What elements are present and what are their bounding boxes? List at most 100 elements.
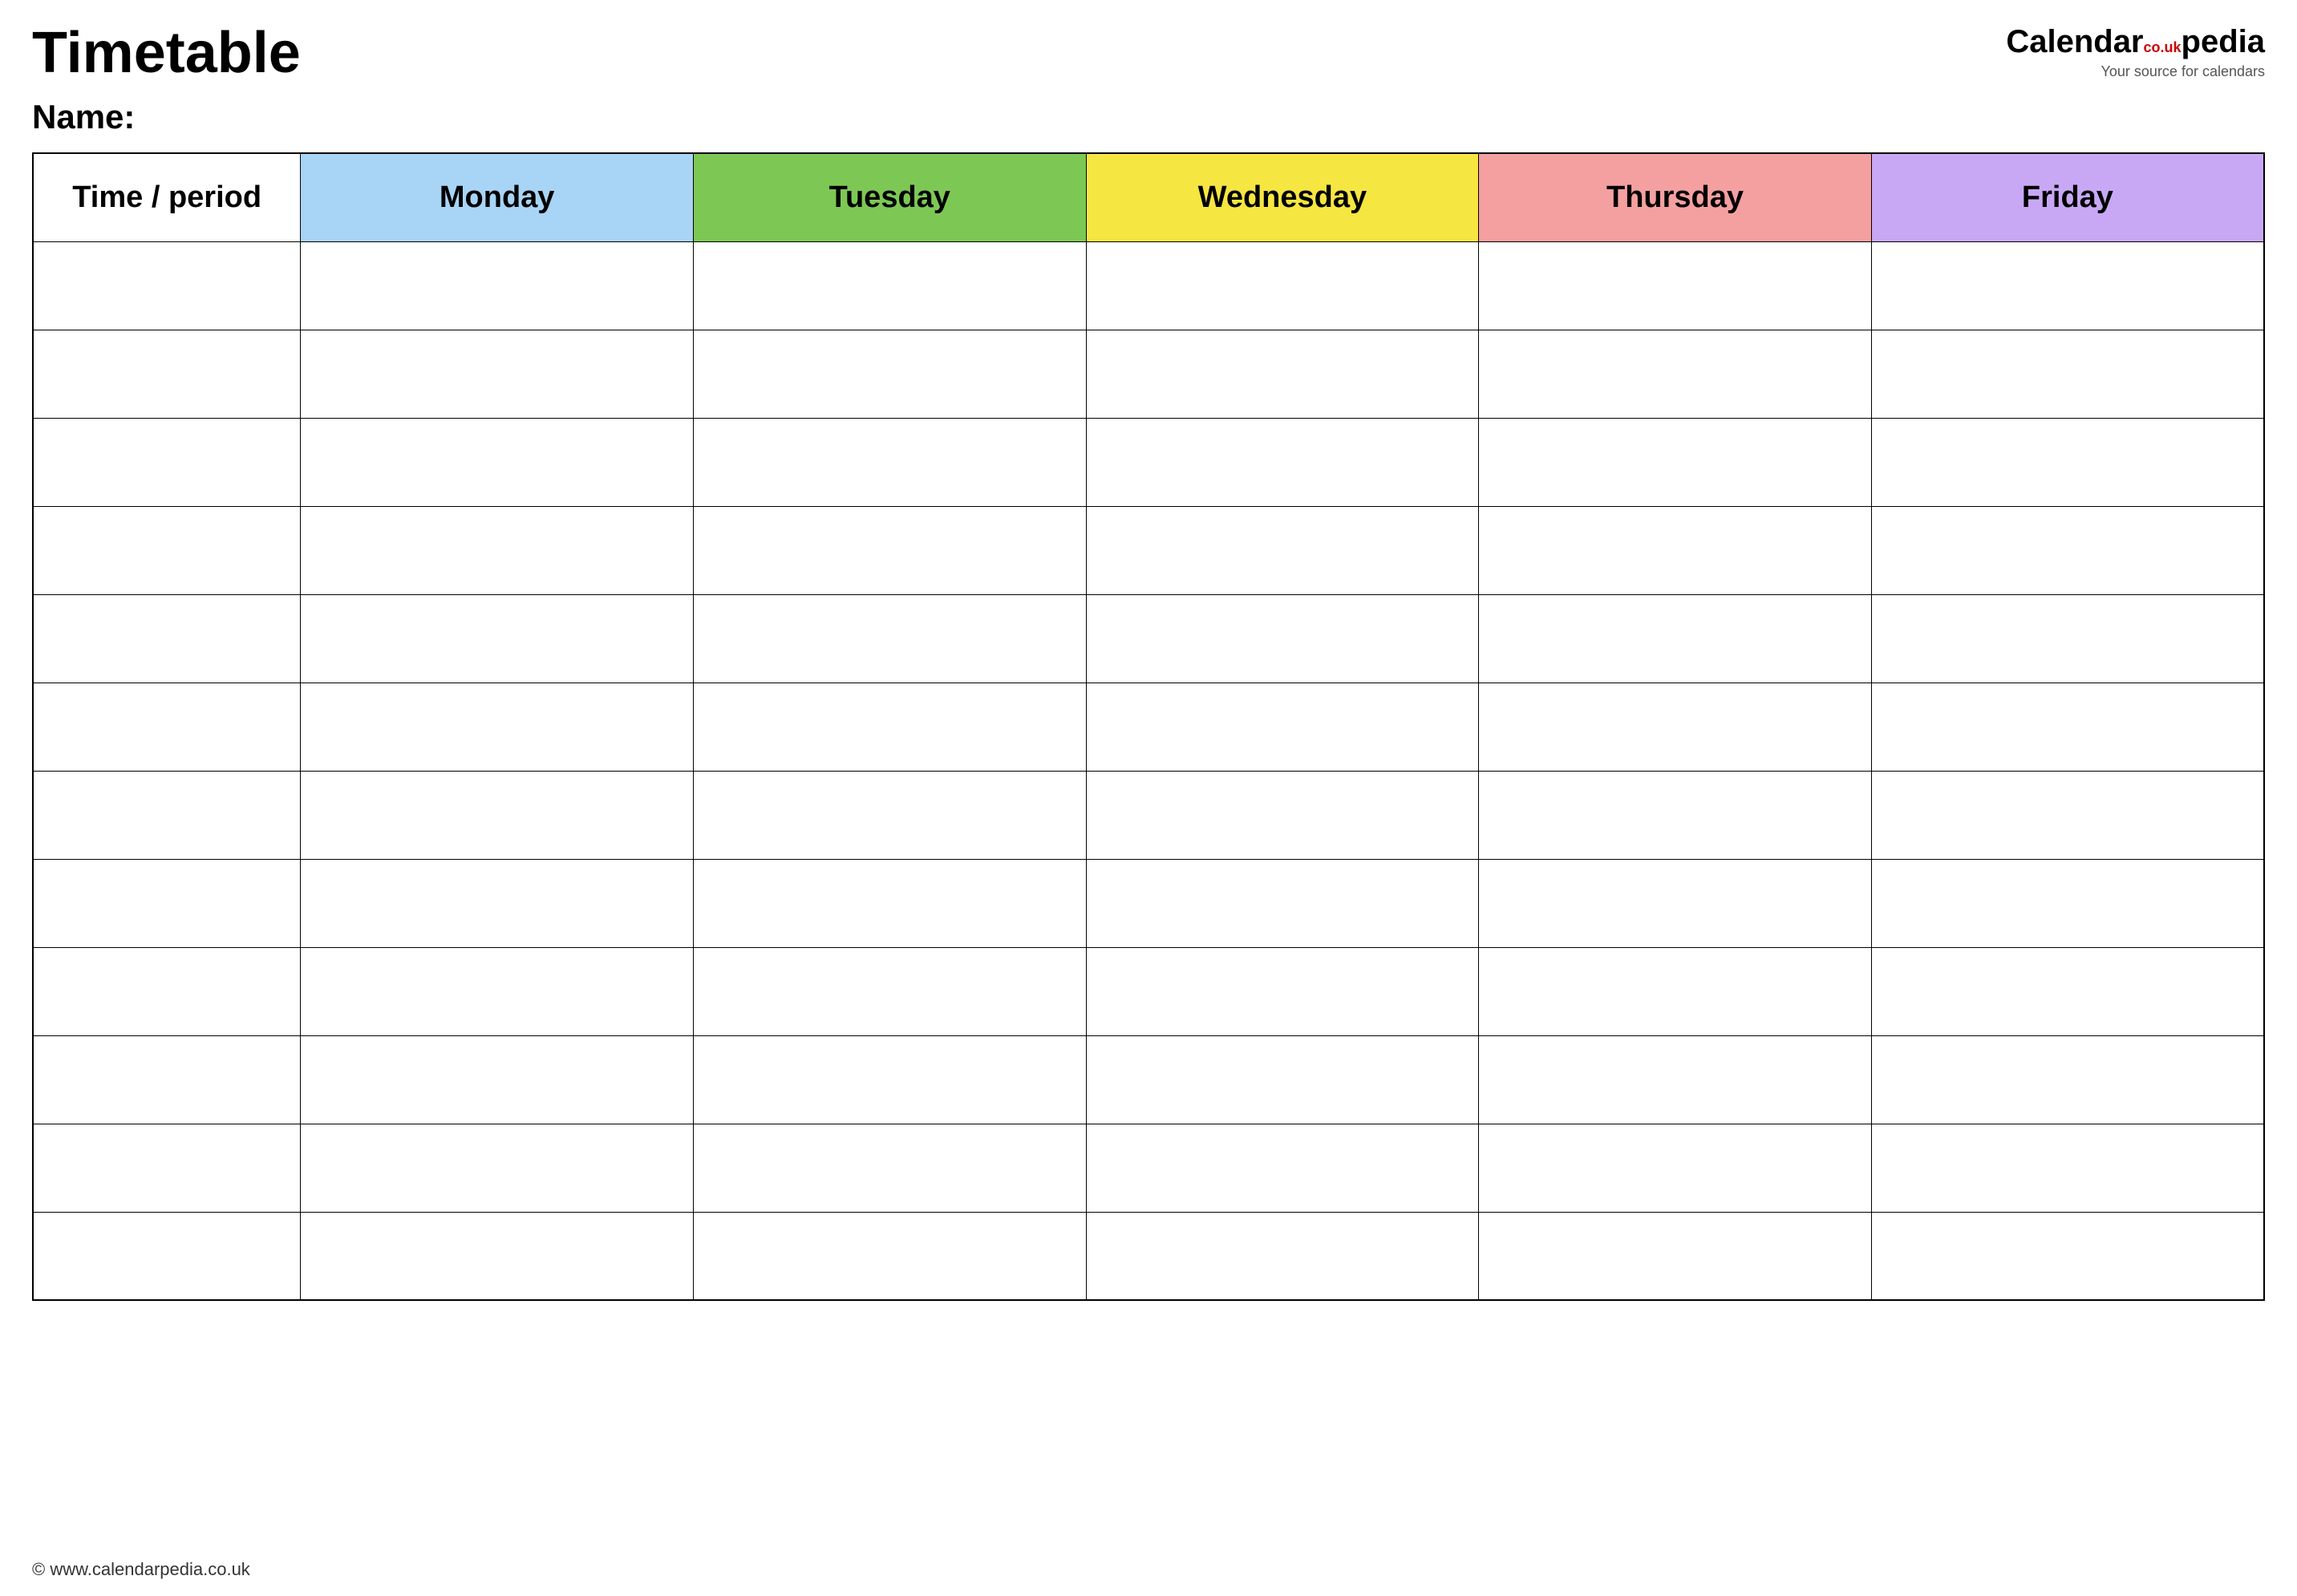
- cell-row0-col3[interactable]: [1086, 241, 1479, 330]
- cell-row6-col2[interactable]: [693, 771, 1086, 859]
- cell-row11-col4[interactable]: [1479, 1212, 1872, 1300]
- logo-calendar-text: Calendar: [2006, 24, 2143, 60]
- cell-row4-col4[interactable]: [1479, 594, 1872, 683]
- cell-row5-col4[interactable]: [1479, 683, 1872, 771]
- cell-row1-col2[interactable]: [693, 330, 1086, 418]
- footer: © www.calendarpedia.co.uk: [32, 1559, 250, 1580]
- table-row: [33, 1212, 2264, 1300]
- cell-row3-col0[interactable]: [33, 506, 301, 594]
- logo-main: Calendarco.ukpedia: [2006, 24, 2265, 60]
- cell-row3-col2[interactable]: [693, 506, 1086, 594]
- col-header-tuesday: Tuesday: [693, 153, 1086, 241]
- cell-row11-col1[interactable]: [301, 1212, 694, 1300]
- col-header-friday: Friday: [1871, 153, 2264, 241]
- cell-row11-col2[interactable]: [693, 1212, 1086, 1300]
- cell-row8-col5[interactable]: [1871, 947, 2264, 1035]
- cell-row2-col3[interactable]: [1086, 418, 1479, 506]
- cell-row6-col5[interactable]: [1871, 771, 2264, 859]
- cell-row6-col3[interactable]: [1086, 771, 1479, 859]
- col-header-wednesday: Wednesday: [1086, 153, 1479, 241]
- table-body: [33, 241, 2264, 1300]
- cell-row3-col1[interactable]: [301, 506, 694, 594]
- cell-row6-col0[interactable]: [33, 771, 301, 859]
- cell-row9-col5[interactable]: [1871, 1035, 2264, 1124]
- timetable: Time / period Monday Tuesday Wednesday T…: [32, 152, 2265, 1301]
- cell-row10-col1[interactable]: [301, 1124, 694, 1212]
- page-title: Timetable: [32, 24, 301, 82]
- cell-row4-col5[interactable]: [1871, 594, 2264, 683]
- cell-row1-col5[interactable]: [1871, 330, 2264, 418]
- cell-row9-col0[interactable]: [33, 1035, 301, 1124]
- cell-row8-col3[interactable]: [1086, 947, 1479, 1035]
- cell-row5-col5[interactable]: [1871, 683, 2264, 771]
- cell-row4-col1[interactable]: [301, 594, 694, 683]
- cell-row1-col0[interactable]: [33, 330, 301, 418]
- table-row: [33, 1124, 2264, 1212]
- table-row: [33, 241, 2264, 330]
- cell-row7-col0[interactable]: [33, 859, 301, 947]
- logo-pedia-text: pedia: [2182, 24, 2265, 60]
- cell-row10-col5[interactable]: [1871, 1124, 2264, 1212]
- table-row: [33, 771, 2264, 859]
- cell-row11-col3[interactable]: [1086, 1212, 1479, 1300]
- logo-tagline: Your source for calendars: [2101, 63, 2265, 80]
- cell-row6-col4[interactable]: [1479, 771, 1872, 859]
- cell-row0-col4[interactable]: [1479, 241, 1872, 330]
- cell-row8-col1[interactable]: [301, 947, 694, 1035]
- table-row: [33, 947, 2264, 1035]
- cell-row7-col4[interactable]: [1479, 859, 1872, 947]
- cell-row6-col1[interactable]: [301, 771, 694, 859]
- cell-row3-col5[interactable]: [1871, 506, 2264, 594]
- cell-row5-col2[interactable]: [693, 683, 1086, 771]
- cell-row10-col2[interactable]: [693, 1124, 1086, 1212]
- cell-row11-col0[interactable]: [33, 1212, 301, 1300]
- table-row: [33, 506, 2264, 594]
- cell-row9-col1[interactable]: [301, 1035, 694, 1124]
- logo-sup: co.uk: [2144, 39, 2182, 56]
- cell-row5-col1[interactable]: [301, 683, 694, 771]
- table-row: [33, 683, 2264, 771]
- cell-row0-col2[interactable]: [693, 241, 1086, 330]
- cell-row0-col1[interactable]: [301, 241, 694, 330]
- name-label: Name:: [32, 98, 2265, 136]
- cell-row2-col0[interactable]: [33, 418, 301, 506]
- cell-row3-col4[interactable]: [1479, 506, 1872, 594]
- cell-row7-col2[interactable]: [693, 859, 1086, 947]
- cell-row5-col3[interactable]: [1086, 683, 1479, 771]
- cell-row3-col3[interactable]: [1086, 506, 1479, 594]
- cell-row9-col4[interactable]: [1479, 1035, 1872, 1124]
- cell-row5-col0[interactable]: [33, 683, 301, 771]
- cell-row11-col5[interactable]: [1871, 1212, 2264, 1300]
- cell-row10-col4[interactable]: [1479, 1124, 1872, 1212]
- cell-row9-col3[interactable]: [1086, 1035, 1479, 1124]
- cell-row1-col1[interactable]: [301, 330, 694, 418]
- table-row: [33, 859, 2264, 947]
- cell-row2-col2[interactable]: [693, 418, 1086, 506]
- cell-row8-col0[interactable]: [33, 947, 301, 1035]
- col-header-monday: Monday: [301, 153, 694, 241]
- cell-row2-col1[interactable]: [301, 418, 694, 506]
- cell-row2-col5[interactable]: [1871, 418, 2264, 506]
- cell-row10-col0[interactable]: [33, 1124, 301, 1212]
- cell-row4-col2[interactable]: [693, 594, 1086, 683]
- cell-row0-col5[interactable]: [1871, 241, 2264, 330]
- header-area: Timetable Calendarco.ukpedia Your source…: [32, 24, 2265, 82]
- table-row: [33, 1035, 2264, 1124]
- cell-row7-col5[interactable]: [1871, 859, 2264, 947]
- table-row: [33, 418, 2264, 506]
- cell-row7-col3[interactable]: [1086, 859, 1479, 947]
- cell-row4-col3[interactable]: [1086, 594, 1479, 683]
- col-header-thursday: Thursday: [1479, 153, 1872, 241]
- cell-row1-col4[interactable]: [1479, 330, 1872, 418]
- cell-row4-col0[interactable]: [33, 594, 301, 683]
- cell-row0-col0[interactable]: [33, 241, 301, 330]
- cell-row1-col3[interactable]: [1086, 330, 1479, 418]
- cell-row9-col2[interactable]: [693, 1035, 1086, 1124]
- cell-row8-col4[interactable]: [1479, 947, 1872, 1035]
- cell-row7-col1[interactable]: [301, 859, 694, 947]
- table-row: [33, 330, 2264, 418]
- cell-row8-col2[interactable]: [693, 947, 1086, 1035]
- cell-row2-col4[interactable]: [1479, 418, 1872, 506]
- col-header-time: Time / period: [33, 153, 301, 241]
- cell-row10-col3[interactable]: [1086, 1124, 1479, 1212]
